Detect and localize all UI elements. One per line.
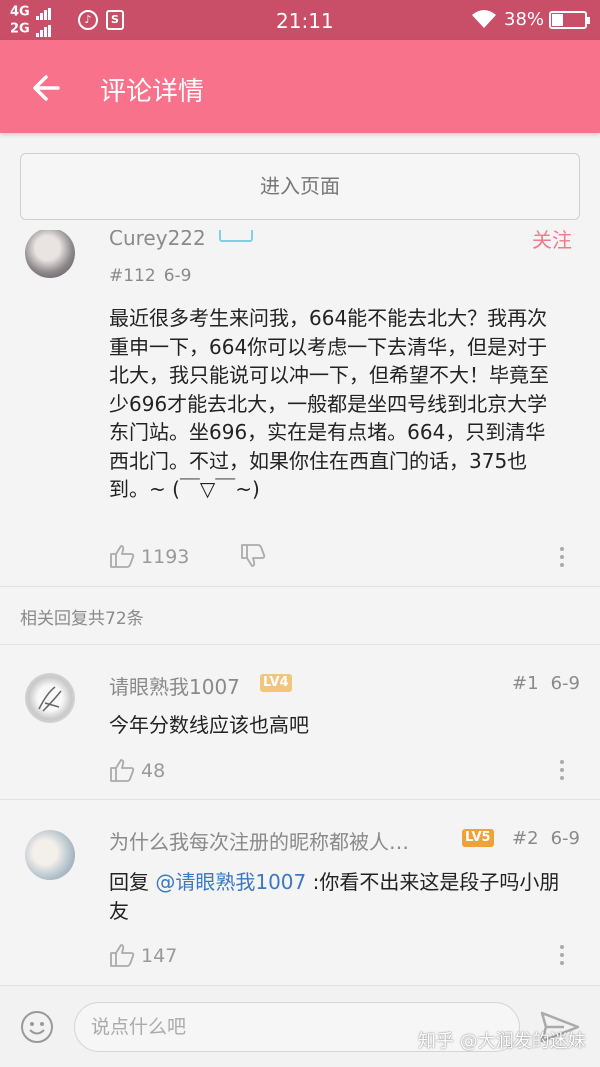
reply-meta: #2 6-9	[512, 828, 580, 849]
like-count: 1193	[141, 546, 190, 568]
battery-icon	[549, 11, 590, 29]
like-button[interactable]: 147	[109, 943, 177, 967]
comment-date: 6-9	[163, 266, 192, 286]
enter-page-button[interactable]: 进入页面	[20, 153, 580, 220]
comment-input-bar: 说点什么吧	[0, 985, 600, 1067]
more-options-icon[interactable]	[559, 760, 565, 782]
like-button[interactable]: 1193	[109, 544, 189, 568]
reply-item: 为什么我每次注册的昵称都被人… LV5 #2 6-9 回复 @请眼熟我1007 :…	[0, 800, 600, 985]
comment-author[interactable]: Curey222	[109, 230, 206, 250]
reply-meta: #1 6-9	[512, 673, 580, 694]
level-badge: LV4	[260, 674, 292, 692]
reply-author[interactable]: 请眼熟我1007	[109, 671, 240, 700]
avatar[interactable]	[25, 673, 75, 723]
replies-count-header: 相关回复共72条	[20, 609, 144, 629]
reply-date: 6-9	[550, 828, 580, 849]
level-badge	[219, 230, 253, 242]
wifi-icon	[472, 10, 496, 28]
more-options-icon[interactable]	[559, 547, 565, 569]
netease-music-icon: ♪	[78, 10, 98, 30]
signal-bars-icon	[36, 4, 52, 20]
floor-number: #112	[109, 266, 156, 286]
dislike-button[interactable]	[240, 544, 266, 568]
reply-text: 回复 @请眼熟我1007 :你看不出来这是段子吗小朋友	[109, 868, 574, 926]
back-arrow-icon[interactable]	[28, 70, 64, 106]
comment-meta: #112 6-9	[109, 266, 191, 286]
more-options-icon[interactable]	[559, 945, 565, 967]
reply-author[interactable]: 为什么我每次注册的昵称都被人…	[109, 826, 409, 855]
thumbs-up-icon	[110, 944, 135, 967]
comment-text: 最近很多考生来问我，664能不能去北大？我再次重申一下，664你可以考虑一下去清…	[109, 306, 549, 501]
divider	[0, 586, 600, 587]
like-button[interactable]: 48	[109, 758, 165, 782]
thumbs-up-icon	[110, 759, 135, 782]
network-indicator: 4G 2G	[10, 4, 52, 37]
clock: 21:11	[276, 9, 334, 33]
reply-item: 请眼熟我1007 LV4 #1 6-9 今年分数线应该也高吧 48	[0, 645, 600, 799]
thumbs-up-icon	[110, 545, 135, 568]
emoji-icon[interactable]	[20, 1010, 54, 1044]
floor-number: #1	[512, 673, 539, 694]
page-title: 评论详情	[100, 77, 205, 107]
main-comment: Curey222 关注 #112 6-9 最近很多考生来问我，664能不能去北大？…	[0, 230, 600, 586]
avatar[interactable]	[25, 830, 75, 880]
reply-prefix: 回复	[109, 870, 156, 894]
floor-number: #2	[512, 828, 539, 849]
avatar[interactable]	[25, 230, 75, 278]
watermark: 知乎 @大润发的迷妹	[418, 1031, 586, 1052]
level-badge: LV5	[462, 829, 494, 847]
reply-text: 今年分数线应该也高吧	[109, 713, 309, 737]
signal-bars-icon	[36, 21, 52, 37]
thumbs-down-icon	[241, 544, 266, 567]
reply-date: 6-9	[550, 673, 580, 694]
network-2g-label: 2G	[10, 21, 30, 36]
like-count: 48	[141, 760, 166, 782]
avatar-art-icon	[38, 686, 62, 712]
status-bar: 4G 2G ♪ S 21:11 38%	[0, 0, 600, 40]
app-bar: 评论详情	[0, 40, 600, 133]
mention-link[interactable]: @请眼熟我1007	[155, 870, 306, 894]
network-4g-label: 4G	[10, 4, 30, 20]
battery-level	[552, 14, 563, 26]
like-count: 147	[141, 945, 178, 967]
s-app-icon: S	[106, 10, 124, 30]
follow-button[interactable]: 关注	[532, 230, 572, 253]
battery-percent: 38%	[504, 9, 545, 30]
